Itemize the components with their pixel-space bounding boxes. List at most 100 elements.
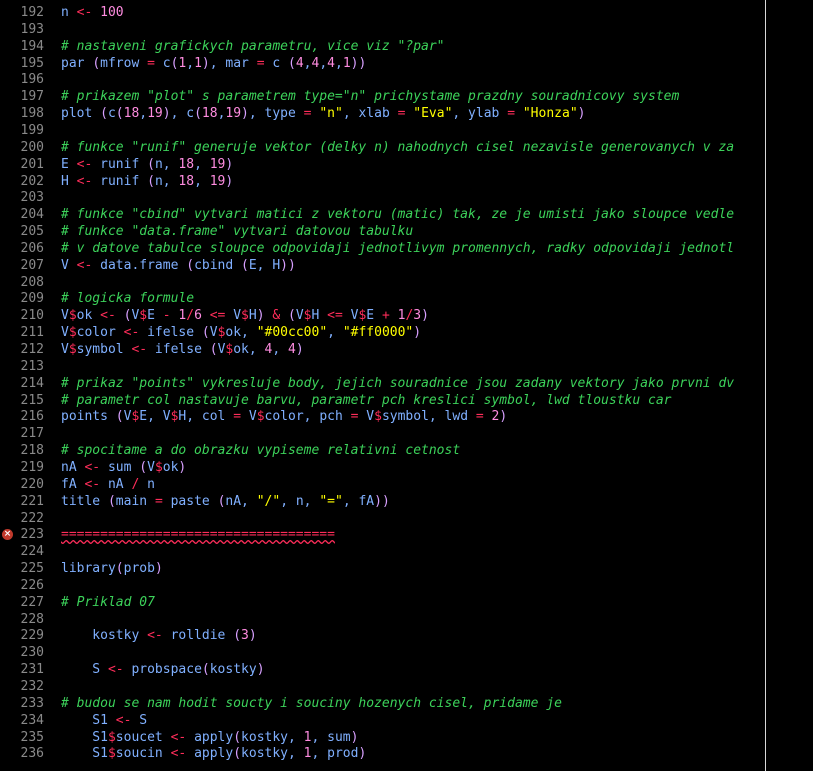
code-token: ) <box>201 55 210 71</box>
code-token: ( <box>201 325 210 341</box>
code-token: kostky, <box>241 729 304 745</box>
code-text[interactable]: points (V$E, V$H, col = V$color, pch = V… <box>61 408 507 425</box>
code-token: - <box>162 308 171 324</box>
code-text[interactable]: # prikazem "plot" s parametrem type="n" … <box>61 88 679 105</box>
code-line[interactable]: 214 <box>0 375 58 392</box>
code-text[interactable]: n <- 100 <box>61 4 124 21</box>
code-text[interactable]: S1 <- S <box>61 712 147 729</box>
code-line[interactable]: 213 <box>0 358 58 375</box>
code-line[interactable]: 209 <box>0 290 58 307</box>
code-token: ) <box>241 106 249 122</box>
code-text[interactable]: # prikaz "points" vykresluje body, jejic… <box>61 375 734 392</box>
code-line[interactable]: 229 <box>0 627 58 644</box>
line-number: 201 <box>20 156 44 172</box>
code-token: , <box>327 325 343 341</box>
code-text[interactable]: V <- data.frame (cbind (E, H)) <box>61 257 296 274</box>
code-line[interactable]: 203 <box>0 189 58 206</box>
code-line[interactable]: 195 <box>0 55 58 72</box>
code-line[interactable]: 197 <box>0 88 58 105</box>
code-editor[interactable]: 192 n <- 100 193 194 # nastaveni grafickych … <box>0 0 813 771</box>
code-text[interactable]: kostky <- rolldie (3) <box>61 627 256 644</box>
code-line[interactable]: 206 <box>0 240 58 257</box>
code-line[interactable]: 235 <box>0 729 58 746</box>
code-line[interactable]: 200 <box>0 139 58 156</box>
code-text[interactable]: S <- probspace(kostky) <box>61 661 264 678</box>
code-line[interactable]: 202 <box>0 173 58 190</box>
code-line[interactable]: 232 <box>0 678 58 695</box>
code-line[interactable]: 207 <box>0 257 58 274</box>
code-line[interactable]: 231 <box>0 661 58 678</box>
code-text[interactable]: # v datove tabulce sloupce odpovidaji je… <box>61 240 734 257</box>
code-line[interactable]: 208 <box>0 274 58 291</box>
code-text[interactable]: par (mfrow = c(1,1), mar = c (4,4,4,1)) <box>61 55 366 72</box>
code-text[interactable]: # Priklad 07 <box>61 594 155 611</box>
code-text[interactable]: V$symbol <- ifelse (V$ok, 4, 4) <box>61 341 304 358</box>
code-token: , <box>139 106 148 122</box>
code-line[interactable]: 193 <box>0 21 58 38</box>
code-line[interactable]: 220 <box>0 476 58 493</box>
line-number: 208 <box>20 274 44 290</box>
line-number: 207 <box>20 257 44 273</box>
code-line[interactable]: 226 <box>0 577 58 594</box>
code-line[interactable]: 192 <box>0 4 58 21</box>
code-line[interactable]: 217 <box>0 425 58 442</box>
code-text[interactable]: H <- runif (n, 18, 19) <box>61 173 233 190</box>
code-line[interactable]: 236 <box>0 745 58 762</box>
code-text[interactable]: # nastaveni grafickych parametru, vice v… <box>61 38 445 55</box>
code-text[interactable]: fA <- nA / n <box>61 476 155 493</box>
code-line[interactable]: 201 <box>0 156 58 173</box>
code-line[interactable]: 210 <box>0 307 58 324</box>
code-token: , <box>194 156 210 172</box>
code-line[interactable]: × 223 <box>0 526 58 543</box>
code-line[interactable]: 233 <box>0 695 58 712</box>
code-line[interactable]: 218 <box>0 442 58 459</box>
code-text[interactable]: title (main = paste (nA, "/", n, "=", fA… <box>61 493 390 510</box>
code-line[interactable]: 196 <box>0 71 58 88</box>
code-token: )) <box>350 55 367 71</box>
code-line[interactable]: 222 <box>0 510 58 527</box>
code-line[interactable]: 194 <box>0 38 58 55</box>
code-text[interactable]: =================================== <box>61 526 335 543</box>
code-text[interactable]: library(prob) <box>61 560 163 577</box>
code-token: , mar <box>209 55 257 71</box>
code-text[interactable]: # funkce "runif" generuje vektor (delky … <box>61 139 734 156</box>
code-text[interactable]: # spocitame a do obrazku vypiseme relati… <box>61 442 460 459</box>
code-text[interactable]: S1$soucin <- apply(kostky, 1, prod) <box>61 745 366 762</box>
code-text[interactable]: plot (c(18,19), c(18,19), type = "n", xl… <box>61 105 585 122</box>
line-number: 236 <box>20 746 44 762</box>
code-line[interactable]: 198 <box>0 105 58 122</box>
code-line[interactable]: 227 <box>0 594 58 611</box>
code-text[interactable]: # parametr col nastavuje barvu, parametr… <box>61 392 671 409</box>
code-text[interactable]: # logicka formule <box>61 290 194 307</box>
code-line[interactable]: 216 <box>0 408 58 425</box>
code-text[interactable]: E <- runif (n, 18, 19) <box>61 156 233 173</box>
code-line[interactable]: 234 <box>0 712 58 729</box>
code-text[interactable]: # budou se nam hodit soucty i souciny ho… <box>61 695 562 712</box>
code-line[interactable]: 211 <box>0 324 58 341</box>
code-text[interactable]: V$ok <- (V$E - 1/6 <= V$H) & (V$H <= V$E… <box>61 307 429 324</box>
code-line[interactable]: 215 <box>0 392 58 409</box>
code-text[interactable]: S1$soucet <- apply(kostky, 1, sum) <box>61 729 358 746</box>
code-line[interactable]: 205 <box>0 223 58 240</box>
code-line[interactable]: 199 <box>0 122 58 139</box>
code-line[interactable]: 224 <box>0 543 58 560</box>
code-token: ok, <box>225 325 257 341</box>
code-line[interactable]: 219 <box>0 459 58 476</box>
code-text[interactable]: # funkce "data.frame" vytvari datovou ta… <box>61 223 413 240</box>
code-line[interactable]: 225 <box>0 560 58 577</box>
code-text[interactable]: # funkce "cbind" vytvari matici z vektor… <box>61 206 734 223</box>
code-line[interactable]: 212 <box>0 341 58 358</box>
code-token: soucet <box>115 729 171 745</box>
code-text[interactable]: V$color <- ifelse (V$ok, "#00cc00", "#ff… <box>61 324 421 341</box>
code-token: ( <box>288 308 296 324</box>
code-line[interactable]: 204 <box>0 206 58 223</box>
code-line[interactable]: 230 <box>0 644 58 661</box>
code-line[interactable]: 228 <box>0 611 58 628</box>
code-token: , <box>272 342 289 357</box>
code-text[interactable]: nA <- sum (V$ok) <box>61 459 186 476</box>
error-icon[interactable]: × <box>2 529 13 541</box>
line-number: 196 <box>20 72 44 88</box>
code-line[interactable]: 221 <box>0 493 58 510</box>
code-token: paste <box>162 493 218 509</box>
